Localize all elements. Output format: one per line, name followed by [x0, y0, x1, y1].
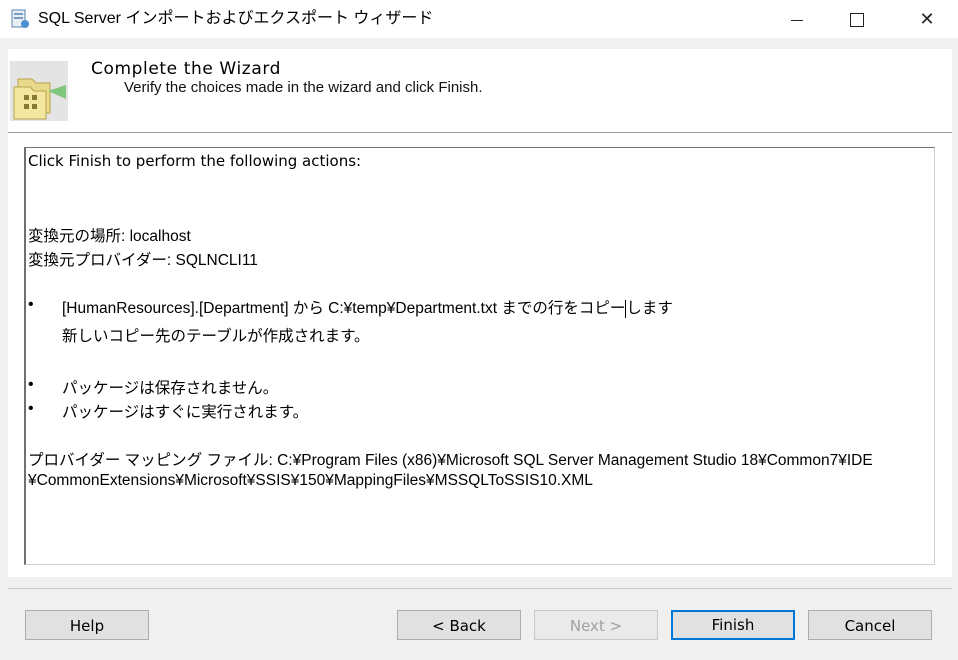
help-button[interactable]: Help — [25, 610, 149, 640]
wizard-folder-icon — [10, 61, 68, 121]
bullet-icon: • — [28, 376, 34, 393]
footer-divider — [8, 588, 952, 589]
action-copy-rows: [HumanResources].[Department] から C:¥temp… — [62, 296, 673, 318]
maximize-icon — [850, 13, 864, 28]
summary-heading: Click Finish to perform the following ac… — [28, 152, 362, 170]
summary-textbox[interactable]: Click Finish to perform the following ac… — [24, 147, 935, 565]
bullet-icon: • — [28, 296, 34, 313]
next-button[interactable]: Next > — [534, 610, 658, 640]
source-provider: 変換元プロバイダー: SQLNCLI11 — [28, 252, 258, 269]
minimize-icon — [791, 19, 803, 21]
mapping-file-line1: プロバイダー マッピング ファイル: C:¥Program Files (x86… — [28, 452, 873, 469]
action-copy-rows-text-end: します — [626, 300, 673, 317]
action-copy-rows-text: [HumanResources].[Department] から C:¥temp… — [62, 300, 626, 317]
ssis-wizard-app-icon — [11, 9, 29, 28]
action-create-table: 新しいコピー先のテーブルが作成されます。 — [62, 328, 370, 345]
page-title: Complete the Wizard — [91, 59, 282, 79]
source-location: 変換元の場所: localhost — [28, 228, 191, 245]
minimize-button[interactable] — [774, 0, 820, 38]
page-subtitle: Verify the choices made in the wizard an… — [124, 79, 483, 96]
close-button[interactable]: ✕ — [904, 0, 950, 38]
cancel-button[interactable]: Cancel — [808, 610, 932, 640]
title-bar: SQL Server インポートおよびエクスポート ウィザード ✕ — [0, 0, 958, 38]
finish-button[interactable]: Finish — [671, 610, 795, 640]
close-icon: ✕ — [919, 9, 935, 29]
back-button[interactable]: < Back — [397, 610, 521, 640]
window-title: SQL Server インポートおよびエクスポート ウィザード — [38, 10, 434, 27]
action-package-run-now: パッケージはすぐに実行されます。 — [62, 404, 309, 421]
bullet-icon: • — [28, 400, 34, 417]
action-package-not-saved: パッケージは保存されません。 — [62, 380, 279, 397]
maximize-button[interactable] — [834, 0, 880, 38]
mapping-file-line2: ¥CommonExtensions¥Microsoft¥SSIS¥150¥Map… — [28, 472, 593, 489]
wizard-header: Complete the Wizard Verify the choices m… — [8, 49, 952, 133]
